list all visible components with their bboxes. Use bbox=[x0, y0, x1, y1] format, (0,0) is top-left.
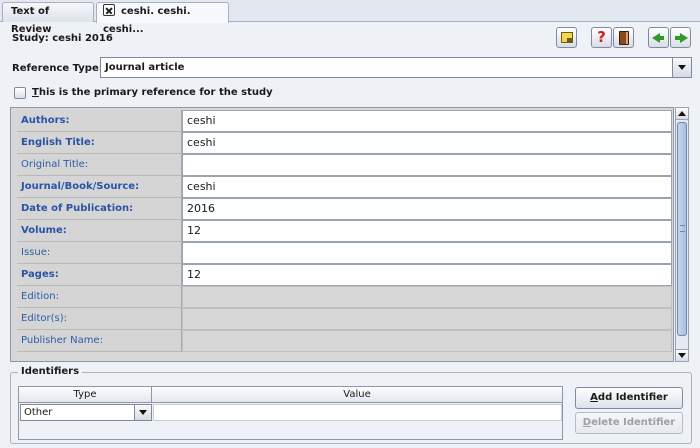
field-row: Issue: bbox=[17, 242, 673, 264]
field-label: English Title: bbox=[17, 132, 182, 154]
scroll-up-icon[interactable] bbox=[676, 108, 688, 120]
previous-button[interactable] bbox=[648, 27, 669, 48]
field-row: Publisher Name: bbox=[17, 330, 673, 352]
scroll-down-icon[interactable] bbox=[676, 349, 688, 361]
column-header-value[interactable]: Value bbox=[152, 387, 562, 403]
primary-reference-label: This is the primary reference for the st… bbox=[32, 87, 273, 98]
next-button[interactable] bbox=[670, 27, 691, 48]
reference-fields-grid: Authors: ceshi English Title: ceshi Original… bbox=[10, 107, 674, 362]
field-row: Authors: ceshi bbox=[17, 110, 673, 132]
field-value-input[interactable]: ceshi bbox=[182, 132, 672, 154]
field-label: Date of Publication: bbox=[17, 198, 182, 220]
help-button[interactable]: ? bbox=[591, 27, 612, 48]
tab-label: ceshi. ceshi. ceshi... bbox=[103, 6, 191, 35]
reference-type-label: Reference Type: bbox=[12, 63, 103, 74]
identifiers-table: Type Value Other bbox=[18, 386, 563, 440]
field-value-input[interactable] bbox=[182, 286, 672, 308]
field-label: Publisher Name: bbox=[17, 330, 182, 352]
tab-text-of-review[interactable]: Text of Review bbox=[2, 2, 94, 35]
field-row: Date of Publication: 2016 bbox=[17, 198, 673, 220]
book-button[interactable] bbox=[613, 27, 634, 48]
field-row: Editor(s): bbox=[17, 308, 673, 330]
field-value-input[interactable]: 12 bbox=[182, 264, 672, 286]
book-icon bbox=[619, 31, 629, 45]
field-row: Original Title: bbox=[17, 154, 673, 176]
field-value-input[interactable] bbox=[182, 242, 672, 264]
field-value-input[interactable] bbox=[182, 308, 672, 330]
scrollbar-thumb[interactable] bbox=[677, 122, 687, 336]
identifier-value-cell[interactable] bbox=[153, 404, 562, 421]
field-label: Edition: bbox=[17, 286, 182, 308]
field-value-input[interactable] bbox=[182, 330, 672, 352]
field-value-input[interactable]: 12 bbox=[182, 220, 672, 242]
reference-type-value: Journal article bbox=[105, 62, 185, 73]
field-label: Journal/Book/Source: bbox=[17, 176, 182, 198]
delete-identifier-button[interactable]: Delete Identifier bbox=[575, 412, 683, 434]
close-icon[interactable] bbox=[103, 4, 115, 16]
notes-button[interactable] bbox=[556, 27, 577, 48]
field-label: Original Title: bbox=[17, 154, 182, 176]
tab-reference[interactable]: ceshi. ceshi. ceshi... bbox=[96, 2, 229, 35]
identifiers-legend: Identifiers bbox=[18, 366, 83, 377]
identifier-type-value: Other bbox=[24, 407, 53, 418]
tab-label: Text of Review bbox=[11, 6, 52, 35]
field-value-input[interactable] bbox=[182, 154, 672, 176]
field-row: Edition: bbox=[17, 286, 673, 308]
fields-scrollbar[interactable] bbox=[675, 107, 689, 362]
help-icon: ? bbox=[597, 28, 606, 46]
arrow-left-icon bbox=[652, 33, 664, 43]
field-row: Journal/Book/Source: ceshi bbox=[17, 176, 673, 198]
field-row: Volume: 12 bbox=[17, 220, 673, 242]
field-value-input[interactable]: ceshi bbox=[182, 110, 672, 132]
field-label: Pages: bbox=[17, 264, 182, 286]
chevron-down-icon[interactable] bbox=[134, 405, 151, 420]
identifier-type-select[interactable]: Other bbox=[20, 404, 152, 421]
field-label: Volume: bbox=[17, 220, 182, 242]
field-value-input[interactable]: ceshi bbox=[182, 176, 672, 198]
field-label: Authors: bbox=[17, 110, 182, 132]
field-label: Editor(s): bbox=[17, 308, 182, 330]
field-row: English Title: ceshi bbox=[17, 132, 673, 154]
study-title: Study: ceshi 2016 bbox=[12, 33, 113, 44]
field-row: Pages: 12 bbox=[17, 264, 673, 286]
add-identifier-button[interactable]: Add Identifier bbox=[575, 387, 683, 409]
note-icon bbox=[561, 32, 573, 43]
column-header-type[interactable]: Type bbox=[19, 387, 152, 403]
arrow-right-icon bbox=[675, 33, 688, 43]
reference-type-select[interactable]: Journal article bbox=[100, 57, 692, 78]
tab-bar: Text of Review ceshi. ceshi. ceshi... bbox=[0, 0, 700, 35]
primary-reference-checkbox[interactable] bbox=[14, 87, 26, 99]
field-value-input[interactable]: 2016 bbox=[182, 198, 672, 220]
chevron-down-icon[interactable] bbox=[672, 58, 691, 77]
field-label: Issue: bbox=[17, 242, 182, 264]
